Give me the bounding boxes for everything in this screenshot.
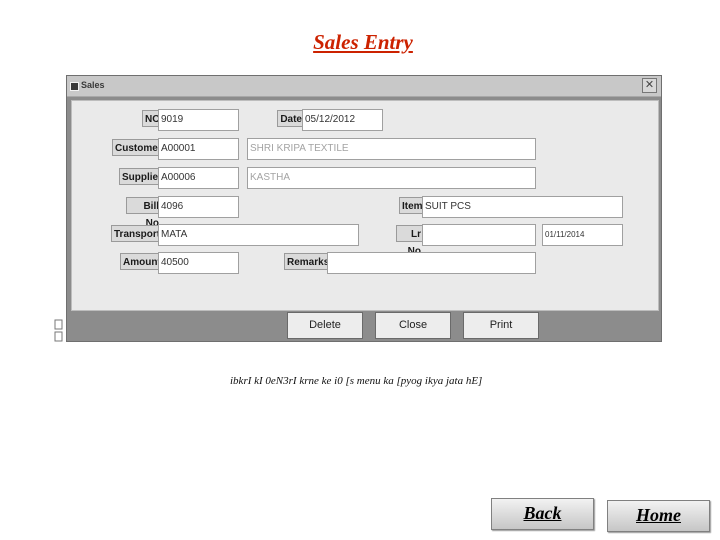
customer-code-field[interactable]: A00001 [158,138,239,160]
transport-field[interactable]: MATA [158,224,359,246]
supplier-code-field[interactable]: A00006 [158,167,239,189]
page-title: Sales Entry [313,30,413,54]
lr-no-label: Lr No [396,225,424,257]
amount-label: Amount [120,253,162,270]
button-strip: Delete Close Print [67,312,661,341]
cropped-edge-icon [54,319,63,342]
supplier-label: Supplier [119,168,162,185]
no-field[interactable]: 9019 [158,109,239,131]
lr-no-field[interactable] [422,224,536,246]
close-button[interactable]: Close [375,312,451,339]
delete-button[interactable]: Delete [287,312,363,339]
back-button[interactable]: Back [491,498,594,530]
supplier-name-field[interactable]: KASTHA [247,167,536,189]
home-button[interactable]: Home [607,500,710,532]
amount-field[interactable]: 40500 [158,252,239,274]
bill-no-label: Bill No [126,197,162,229]
item-label: Item [399,197,424,214]
customer-name-field[interactable]: SHRI KRIPA TEXTILE [247,138,536,160]
date-label: Date [277,110,305,127]
lr-date-field[interactable]: 01/11/2014 [542,224,623,246]
transport-label: Transport [111,225,162,242]
sales-window: Sales ✕ NO 9019 Date 05/12/2012 Customer… [66,75,662,342]
window-titlebar[interactable]: Sales ✕ [67,76,661,97]
date-field[interactable]: 05/12/2012 [302,109,383,131]
window-title: Sales [81,80,105,90]
remarks-field[interactable] [327,252,536,274]
remarks-label: Remarks [284,253,329,270]
print-button[interactable]: Print [463,312,539,339]
app-window-icon [70,82,79,91]
description-caption: ibkrI kI 0eN3rI krne ke i0 [s menu ka [p… [230,375,483,387]
customer-label: Customer [112,139,162,156]
item-field[interactable]: SUIT PCS [422,196,623,218]
sales-form: NO 9019 Date 05/12/2012 Customer A00001 … [71,100,659,311]
bill-no-field[interactable]: 4096 [158,196,239,218]
window-close-icon[interactable]: ✕ [642,78,657,93]
